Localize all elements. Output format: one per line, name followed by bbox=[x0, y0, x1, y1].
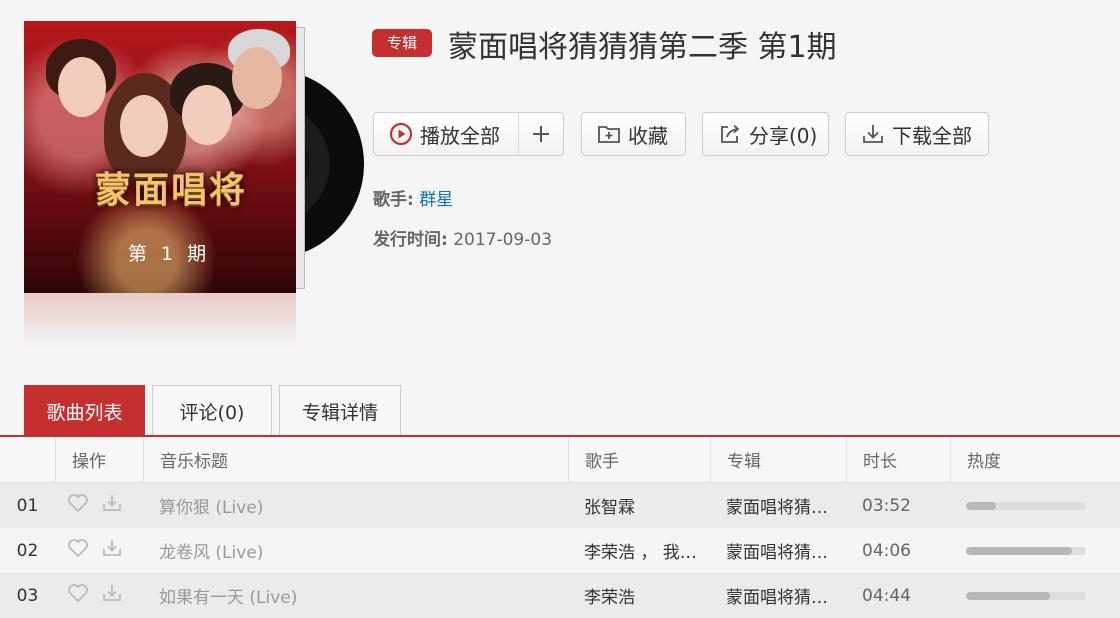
header-operation: 操作 bbox=[55, 437, 143, 482]
row-actions bbox=[55, 483, 143, 528]
row-index: 02 bbox=[16, 540, 39, 561]
share-button[interactable]: 分享(0) bbox=[702, 112, 829, 156]
song-duration: 04:44 bbox=[862, 585, 911, 606]
cover-logo: 蒙面唱将 bbox=[94, 169, 247, 211]
song-table: 操作 音乐标题 歌手 专辑 时长 热度 01 算你狠 (Live) 张智霖 蒙面… bbox=[0, 437, 1120, 618]
heart-icon[interactable] bbox=[67, 538, 89, 563]
popularity-fill bbox=[966, 501, 996, 510]
popularity-bar bbox=[966, 591, 1086, 600]
cover-person bbox=[120, 95, 168, 157]
song-title[interactable]: 如果有一天 (Live) bbox=[143, 573, 568, 618]
download-all-label: 下载全部 bbox=[892, 123, 972, 148]
popularity-fill bbox=[966, 546, 1072, 555]
play-all-label: 播放全部 bbox=[420, 123, 500, 148]
release-date-row: 发行时间: 2017-09-03 bbox=[373, 225, 552, 250]
song-duration: 03:52 bbox=[862, 495, 911, 516]
tab-album-details[interactable]: 专辑详情 bbox=[279, 385, 401, 436]
cover-person bbox=[58, 57, 106, 117]
plus-icon bbox=[528, 121, 554, 147]
share-icon bbox=[717, 121, 743, 147]
play-all-button-group: 播放全部 bbox=[373, 112, 564, 156]
popularity-fill bbox=[966, 591, 1050, 600]
add-to-playlist-button[interactable] bbox=[519, 113, 563, 155]
row-actions bbox=[55, 573, 143, 618]
play-circle-icon bbox=[388, 121, 414, 147]
song-album[interactable]: 蒙面唱将猜… bbox=[710, 573, 846, 618]
header-index bbox=[0, 437, 55, 482]
cover-person bbox=[182, 85, 232, 145]
song-popularity bbox=[950, 528, 1120, 573]
singer-label: 歌手: bbox=[373, 190, 414, 210]
popularity-bar bbox=[966, 501, 1086, 510]
download-icon[interactable] bbox=[101, 538, 123, 563]
heart-icon[interactable] bbox=[67, 493, 89, 518]
cover-reflection bbox=[24, 293, 296, 349]
song-album[interactable]: 蒙面唱将猜… bbox=[710, 528, 846, 573]
release-date-value: 2017-09-03 bbox=[453, 230, 553, 250]
song-popularity bbox=[950, 483, 1120, 528]
heart-icon[interactable] bbox=[67, 583, 89, 608]
album-title: 蒙面唱将猜猜猜第二季 第1期 bbox=[448, 30, 837, 65]
header-title: 音乐标题 bbox=[143, 437, 568, 482]
download-icon[interactable] bbox=[101, 493, 123, 518]
share-label: 分享(0) bbox=[749, 123, 818, 148]
song-singer[interactable]: 李荣浩 bbox=[568, 573, 710, 618]
table-row[interactable]: 01 算你狠 (Live) 张智霖 蒙面唱将猜… 03:52 bbox=[0, 483, 1120, 528]
song-singer[interactable]: 李荣浩 ， 我… bbox=[568, 528, 710, 573]
album-cover: 蒙面唱将 第 1 期 bbox=[24, 21, 296, 293]
row-actions bbox=[55, 528, 143, 573]
header-singer: 歌手 bbox=[568, 437, 710, 482]
song-album[interactable]: 蒙面唱将猜… bbox=[710, 483, 846, 528]
folder-add-icon bbox=[596, 121, 622, 147]
tab-comments[interactable]: 评论(0) bbox=[152, 385, 272, 436]
song-singer[interactable]: 张智霖 bbox=[568, 483, 710, 528]
singer-link[interactable]: 群星 bbox=[419, 190, 453, 210]
song-title[interactable]: 算你狠 (Live) bbox=[143, 483, 568, 528]
download-icon bbox=[860, 121, 886, 147]
cover-episode-label: 第 1 期 bbox=[127, 243, 211, 265]
download-all-button[interactable]: 下载全部 bbox=[845, 112, 989, 156]
header-album: 专辑 bbox=[710, 437, 846, 482]
table-header: 操作 音乐标题 歌手 专辑 时长 热度 bbox=[0, 437, 1120, 483]
song-popularity bbox=[950, 573, 1120, 618]
row-index: 03 bbox=[16, 585, 39, 606]
cover-person bbox=[232, 47, 282, 109]
collect-button[interactable]: 收藏 bbox=[581, 112, 686, 156]
table-row[interactable]: 02 龙卷风 (Live) 李荣浩 ， 我… 蒙面唱将猜… 04:06 bbox=[0, 528, 1120, 573]
release-date-label: 发行时间: bbox=[373, 230, 448, 250]
song-duration: 04:06 bbox=[862, 540, 911, 561]
album-badge: 专辑 bbox=[372, 29, 432, 57]
header-popularity: 热度 bbox=[950, 437, 1120, 482]
album-cover-area: 蒙面唱将 第 1 期 bbox=[24, 21, 364, 351]
row-index: 01 bbox=[16, 495, 39, 516]
table-row[interactable]: 03 如果有一天 (Live) 李荣浩 蒙面唱将猜… 04:44 bbox=[0, 573, 1120, 618]
header-duration: 时长 bbox=[846, 437, 950, 482]
tab-song-list[interactable]: 歌曲列表 bbox=[24, 385, 145, 436]
play-all-button[interactable]: 播放全部 bbox=[374, 113, 519, 155]
download-icon[interactable] bbox=[101, 583, 123, 608]
song-title[interactable]: 龙卷风 (Live) bbox=[143, 528, 568, 573]
album-tabs: 歌曲列表 评论(0) 专辑详情 bbox=[24, 385, 408, 436]
popularity-bar bbox=[966, 546, 1086, 555]
collect-label: 收藏 bbox=[628, 123, 668, 148]
singer-row: 歌手: 群星 bbox=[373, 185, 453, 210]
